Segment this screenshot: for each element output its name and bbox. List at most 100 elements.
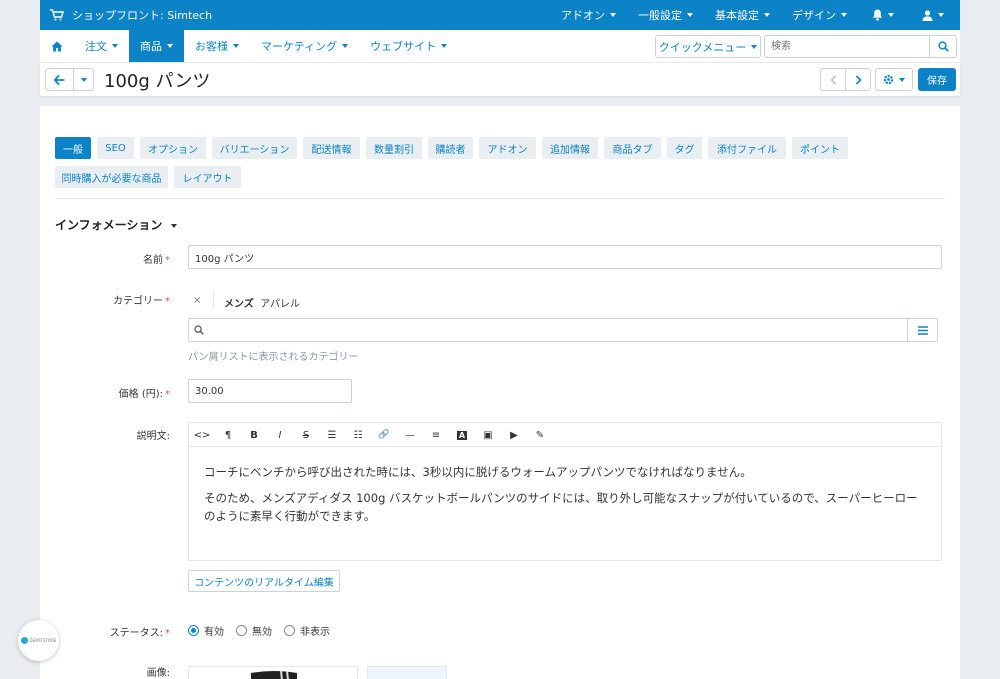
tab-points[interactable]: ポイント: [792, 137, 848, 159]
home-button[interactable]: [40, 30, 74, 62]
chevron-down-icon: [687, 13, 693, 17]
tab-product-tabs[interactable]: 商品タブ: [604, 137, 661, 159]
quick-menu-button[interactable]: クイックメニュー: [655, 35, 761, 58]
back-dropdown-button[interactable]: [73, 68, 94, 91]
menu-basic-settings[interactable]: 基本設定: [704, 0, 781, 30]
status-active-radio[interactable]: [188, 625, 199, 636]
tab-layout[interactable]: レイアウト: [174, 166, 241, 188]
chevron-right-icon: [855, 74, 862, 85]
video-icon[interactable]: ▶: [501, 423, 527, 447]
category-picker-button[interactable]: [907, 319, 937, 341]
prev-product-button[interactable]: [820, 68, 846, 91]
chevron-down-icon: [342, 44, 349, 48]
notifications-menu[interactable]: [858, 0, 908, 30]
quick-menu-label: クイックメニュー: [658, 40, 747, 54]
menu-general-settings[interactable]: 一般設定: [627, 0, 704, 30]
strikethrough-icon[interactable]: S: [293, 423, 319, 447]
unordered-list-icon[interactable]: ☰: [319, 423, 345, 447]
category-main: メンズ: [224, 299, 254, 310]
tab-extra-info[interactable]: 追加情報: [542, 137, 598, 159]
category-hint: パン屑リストに表示されるカテゴリー: [188, 352, 359, 363]
demo-label: DEMO STORE: [29, 638, 57, 643]
tab-general[interactable]: 一般: [55, 137, 91, 159]
tab-required-products[interactable]: 同時購入が必要な商品: [55, 166, 168, 188]
chevron-down-icon: [841, 13, 847, 17]
back-button[interactable]: [45, 68, 74, 91]
font-color-glyph: A: [456, 430, 468, 440]
menu-basic-settings-label: 基本設定: [715, 9, 759, 22]
status-hidden-radio[interactable]: [284, 625, 295, 636]
search-button[interactable]: [929, 36, 956, 57]
required-marker: *: [165, 255, 170, 266]
chevron-down-icon: [888, 13, 894, 17]
chevron-down-icon: [112, 44, 118, 48]
name-input[interactable]: 100g パンツ: [188, 245, 942, 269]
product-image[interactable]: [188, 666, 358, 679]
link-icon[interactable]: 🔗: [371, 423, 397, 447]
required-marker: *: [165, 628, 170, 639]
horizontal-rule-icon[interactable]: —: [397, 423, 423, 447]
italic-icon[interactable]: I: [267, 423, 293, 447]
next-product-button[interactable]: [845, 68, 871, 91]
section-information-toggle[interactable]: インフォメーション: [55, 216, 178, 233]
tab-options[interactable]: オプション: [140, 137, 206, 159]
menu-general-settings-label: 一般設定: [638, 9, 682, 22]
save-button[interactable]: 保存: [918, 68, 956, 91]
category-sub: アパレル: [260, 299, 300, 310]
name-label: 名前 *: [40, 251, 170, 266]
menu-design[interactable]: デザイン: [781, 0, 858, 30]
align-icon[interactable]: ≡: [423, 423, 449, 447]
magic-wand-icon[interactable]: ✎: [527, 423, 553, 447]
demo-store-badge[interactable]: DEMO STORE: [18, 620, 59, 661]
image-upload-area[interactable]: [367, 666, 447, 679]
search-input[interactable]: [765, 36, 929, 57]
name-label-text: 名前: [143, 255, 163, 266]
nav-customers[interactable]: お客様: [184, 30, 250, 62]
page-title: 100g パンツ: [104, 71, 211, 92]
section-title: インフォメーション: [55, 218, 163, 232]
chevron-down-icon: [441, 44, 448, 48]
tab-seo[interactable]: SEO: [97, 137, 134, 159]
chevron-down-icon: [233, 44, 239, 48]
chevron-down-icon: [167, 44, 173, 48]
code-view-icon[interactable]: <>: [189, 423, 215, 447]
ordered-list-icon[interactable]: ☷: [345, 423, 371, 447]
pants-thumbnail: [251, 670, 297, 679]
live-edit-button[interactable]: コンテンツのリアルタイム編集: [188, 570, 340, 592]
status-disabled-radio[interactable]: [236, 625, 247, 636]
gear-icon: [883, 74, 894, 85]
nav-products[interactable]: 商品: [129, 30, 184, 62]
chevron-down-icon: [938, 13, 944, 17]
chevron-down-icon: [171, 223, 178, 228]
user-menu[interactable]: [908, 0, 960, 30]
tab-shipping[interactable]: 配送情報: [303, 137, 360, 159]
price-input[interactable]: 30.00: [188, 379, 352, 403]
tab-variations[interactable]: バリエーション: [212, 137, 297, 159]
paragraph-icon[interactable]: ¶: [215, 423, 241, 447]
menu-addons[interactable]: アドオン: [550, 0, 627, 30]
content-panel: 一般 SEO オプション バリエーション 配送情報 数量割引 購読者 アドオン …: [40, 106, 960, 679]
required-marker: *: [165, 389, 170, 400]
nav-marketing[interactable]: マーケティング: [250, 30, 359, 62]
storefront-link[interactable]: ショップフロント: Simtech: [50, 7, 212, 23]
category-search: [188, 318, 938, 342]
nav-marketing-label: マーケティング: [261, 40, 338, 53]
category-chip: メンズ アパレル: [224, 295, 300, 310]
description-editor[interactable]: コーチにベンチから呼び出された時には、3秒以内に脱げるウォームアップパンツでなけ…: [188, 446, 942, 561]
nav-customers-label: お客様: [195, 40, 228, 53]
search-icon: [937, 41, 949, 52]
tab-addons[interactable]: アドオン: [479, 137, 536, 159]
nav-orders[interactable]: 注文: [74, 30, 129, 62]
font-color-icon[interactable]: A: [449, 423, 475, 447]
bold-icon[interactable]: B: [241, 423, 267, 447]
settings-dropdown-button[interactable]: [875, 68, 913, 91]
storefront-label: ショップフロント: Simtech: [72, 9, 213, 22]
tab-qty-discounts[interactable]: 数量割引: [366, 137, 422, 159]
nav-website[interactable]: ウェブサイト: [359, 30, 458, 62]
category-remove-button[interactable]: ×: [193, 295, 201, 306]
image-icon[interactable]: ▣: [475, 423, 501, 447]
tab-subscribers[interactable]: 購読者: [428, 137, 473, 159]
category-search-input[interactable]: [204, 319, 907, 341]
tab-attachments[interactable]: 添付ファイル: [708, 137, 786, 159]
tab-tags[interactable]: タグ: [667, 137, 702, 159]
